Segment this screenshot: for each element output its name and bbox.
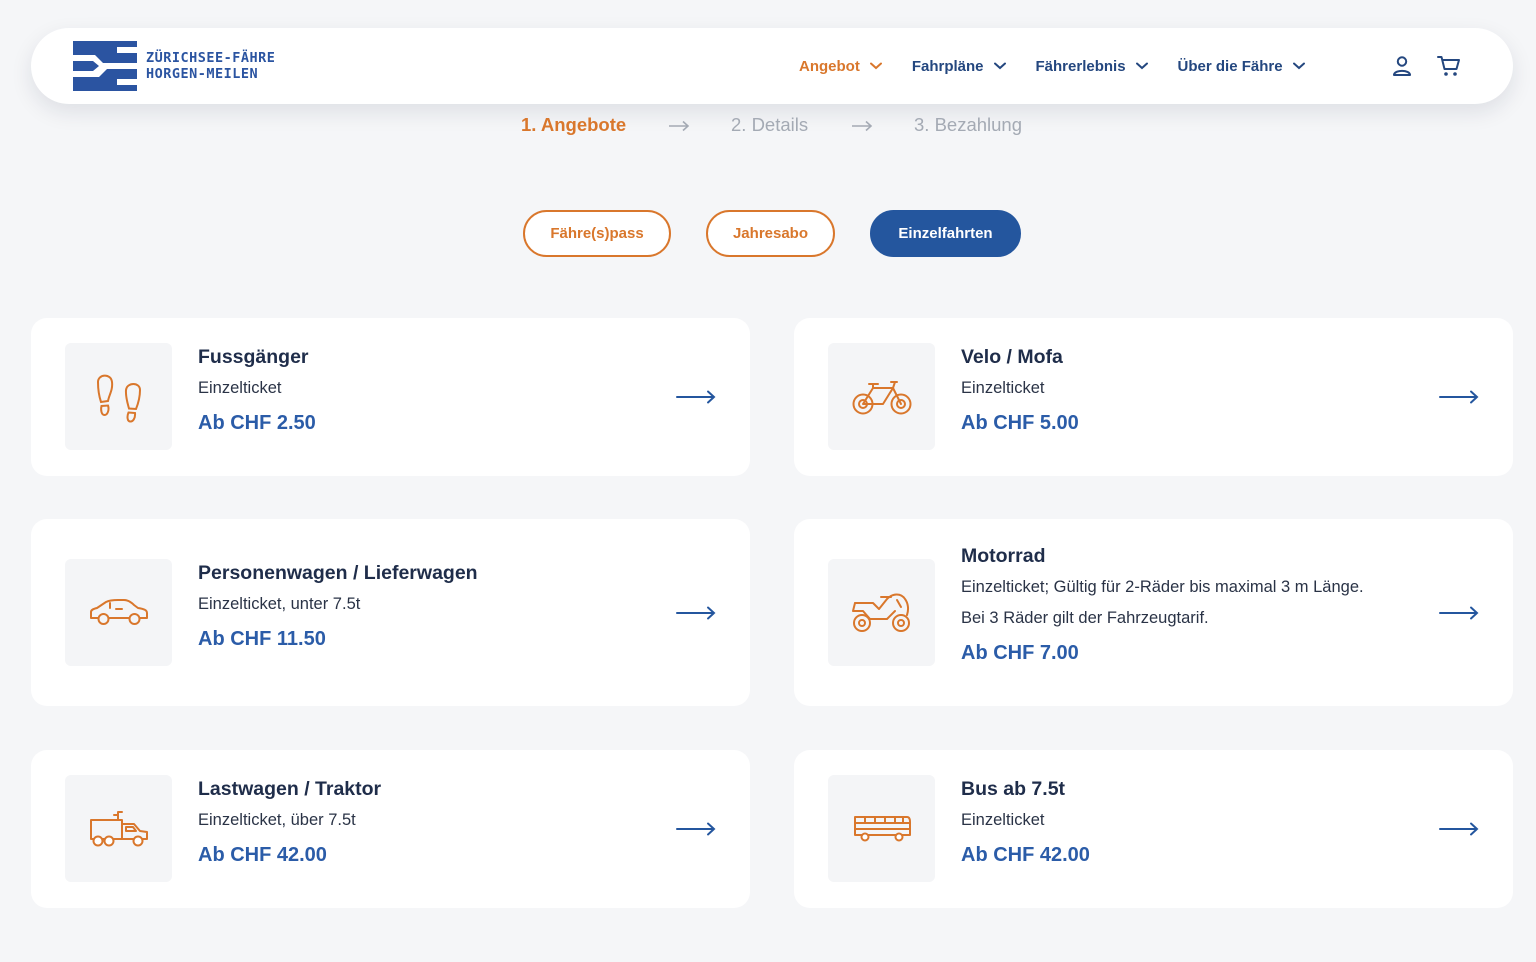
offer-title: Personenwagen / Lieferwagen [198, 562, 478, 584]
offer-price: Ab CHF 7.00 [961, 642, 1079, 664]
arrow-right-icon [669, 120, 690, 132]
offer-card-bus[interactable]: Bus ab 7.5t Einzelticket Ab CHF 42.00 [794, 750, 1513, 908]
arrow-right-icon [1439, 822, 1479, 836]
offer-price: Ab CHF 11.50 [198, 628, 326, 650]
offer-price: Ab CHF 42.00 [961, 844, 1090, 866]
user-button[interactable] [1389, 53, 1415, 79]
arrow-right-icon [1439, 390, 1479, 404]
brand-line-2: HORGEN-MEILEN [146, 66, 259, 82]
bicycle-icon [852, 380, 911, 414]
offer-icon-box [65, 343, 172, 450]
offer-card-lastwagen-traktor[interactable]: Lastwagen / Traktor Einzelticket, über 7… [31, 750, 750, 908]
offer-title: Lastwagen / Traktor [198, 778, 382, 800]
offer-title: Velo / Mofa [961, 346, 1063, 368]
offer-description-line: Einzelticket [198, 379, 282, 397]
offer-content: Bus ab 7.5t Einzelticket Ab CHF 42.00 [961, 778, 1090, 867]
offer-description: Einzelticket, unter 7.5t [198, 589, 478, 620]
arrow-right-icon [676, 606, 716, 620]
truck-icon [89, 810, 148, 846]
chevron-down-icon [869, 62, 882, 70]
offer-type-tabs: Fähre(s)pass Jahresabo Einzelfahrten [0, 210, 1536, 257]
offer-description-line: Einzelticket [961, 379, 1045, 397]
cart-icon [1437, 56, 1460, 76]
bus-icon [853, 815, 911, 841]
offer-icon-box [828, 775, 935, 882]
step-angebote: 1. Angebote [521, 114, 627, 135]
offer-icon-box [828, 559, 935, 666]
nav-item-faehrerlebnis[interactable]: Fährerlebnis [1036, 58, 1148, 75]
user-icon [1393, 56, 1411, 76]
nav-item-label: Fahrpläne [911, 57, 984, 75]
offer-title: Motorrad [961, 545, 1046, 567]
brand-line-1: ZÜRICHSEE-FÄHRE [146, 50, 276, 66]
nav-item-angebot[interactable]: Angebot [799, 58, 882, 75]
offer-content: Personenwagen / Lieferwagen Einzelticket… [198, 562, 478, 651]
arrow-right-icon [1439, 606, 1479, 620]
offer-card-motorrad[interactable]: Motorrad Einzelticket; Gültig für 2-Räde… [794, 519, 1513, 706]
offer-price: Ab CHF 42.00 [198, 844, 327, 866]
nav-item-fahrplaene[interactable]: Fahrpläne [912, 58, 1006, 75]
nav-item-label: Angebot [799, 57, 860, 75]
brand-logo-icon [73, 41, 137, 91]
site-header: ZÜRICHSEE-FÄHRE HORGEN-MEILEN Angebot Fa… [31, 28, 1513, 104]
offer-title: Bus ab 7.5t [961, 778, 1066, 800]
chevron-down-icon [1292, 62, 1305, 70]
header-actions [1389, 28, 1483, 104]
nav-item-label: Über die Fähre [1177, 57, 1283, 75]
offer-description: Einzelticket; Gültig für 2-Räder bis max… [961, 572, 1364, 634]
offer-icon-box [828, 343, 935, 450]
chevron-down-icon [993, 62, 1006, 70]
offer-content: Fussgänger Einzelticket Ab CHF 2.50 [198, 346, 316, 435]
offer-price: Ab CHF 5.00 [961, 412, 1079, 434]
offer-icon-box [65, 775, 172, 882]
tab-jahresabo[interactable]: Jahresabo [706, 210, 835, 257]
main-nav: Angebot Fahrpläne Fährerlebnis Über die … [799, 28, 1335, 104]
offer-description-line: Einzelticket, über 7.5t [198, 811, 356, 829]
brand-logo[interactable]: ZÜRICHSEE-FÄHRE HORGEN-MEILEN [73, 41, 275, 91]
offer-description-line: Bei 3 Räder gilt der Fahrzeugtarif. [961, 609, 1209, 627]
cart-button[interactable] [1436, 53, 1462, 79]
offer-description-line: Einzelticket; Gültig für 2-Räder bis max… [961, 578, 1364, 596]
offer-card-velo-mofa[interactable]: Velo / Mofa Einzelticket Ab CHF 5.00 [794, 318, 1513, 476]
nav-item-label: Fährerlebnis [1035, 57, 1126, 75]
offer-description-line: Einzelticket [961, 811, 1045, 829]
offer-description: Einzelticket [198, 373, 316, 404]
offer-price: Ab CHF 2.50 [198, 412, 316, 434]
offer-title: Fussgänger [198, 346, 309, 368]
nav-item-ueber-die-faehre[interactable]: Über die Fähre [1178, 58, 1305, 75]
tab-einzelfahrten[interactable]: Einzelfahrten [870, 210, 1021, 257]
offer-description: Einzelticket [961, 805, 1090, 836]
motorcycle-icon [851, 593, 910, 632]
offer-card-personenwagen[interactable]: Personenwagen / Lieferwagen Einzelticket… [31, 519, 750, 706]
offer-icon-box [65, 559, 172, 666]
chevron-down-icon [1135, 62, 1148, 70]
offer-description-line: Einzelticket, unter 7.5t [198, 595, 361, 613]
arrow-right-icon [852, 120, 873, 132]
offer-description: Einzelticket [961, 373, 1079, 404]
offer-card-fussgaenger[interactable]: Fussgänger Einzelticket Ab CHF 2.50 [31, 318, 750, 476]
offer-content: Lastwagen / Traktor Einzelticket, über 7… [198, 778, 381, 867]
footprints-icon [96, 374, 141, 423]
tab-faehrepass[interactable]: Fähre(s)pass [523, 210, 671, 257]
step-details: 2. Details [731, 114, 809, 135]
car-icon [89, 598, 148, 625]
offer-description: Einzelticket, über 7.5t [198, 805, 381, 836]
offer-content: Motorrad Einzelticket; Gültig für 2-Räde… [961, 545, 1364, 665]
arrow-right-icon [676, 390, 716, 404]
arrow-right-icon [676, 822, 716, 836]
brand-wordmark: ZÜRICHSEE-FÄHRE HORGEN-MEILEN [146, 50, 275, 82]
checkout-steps: 1. Angebote 2. Details 3. Bezahlung [0, 114, 1536, 140]
offer-content: Velo / Mofa Einzelticket Ab CHF 5.00 [961, 346, 1079, 435]
step-bezahlung: 3. Bezahlung [914, 114, 1023, 135]
